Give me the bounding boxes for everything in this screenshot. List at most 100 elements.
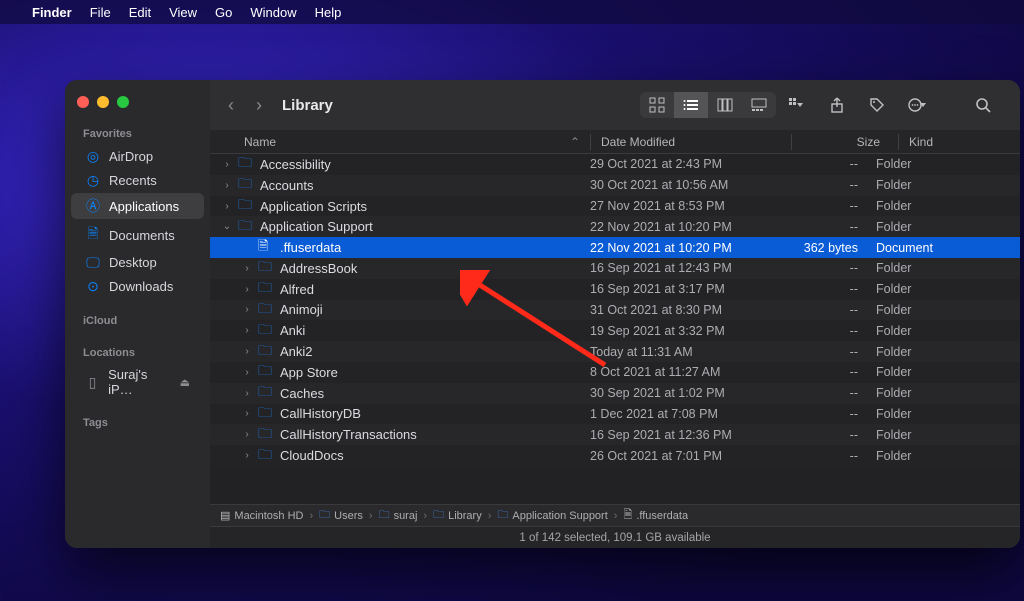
disclosure-triangle-icon[interactable]: › [242,450,252,461]
file-row[interactable]: ›🗀CloudDocs26 Oct 2021 at 7:01 PM--Folde… [210,445,1020,466]
file-row[interactable]: ›🗀Anki19 Sep 2021 at 3:32 PM--Folder [210,320,1020,341]
applications-icon: Ⓐ [85,196,101,216]
file-kind: Folder [876,157,1020,171]
sidebar-item-label: Suraj's iP… [108,367,172,397]
file-name: AddressBook [280,261,357,276]
file-date: 30 Sep 2021 at 1:02 PM [590,386,780,400]
file-row[interactable]: ›🗀Alfred16 Sep 2021 at 3:17 PM--Folder [210,279,1020,300]
disclosure-triangle-icon[interactable]: › [242,408,252,419]
disclosure-triangle-icon[interactable]: › [242,325,252,336]
file-size: -- [780,157,876,171]
path-seg[interactable]: Users [334,510,363,522]
disclosure-triangle-icon[interactable]: › [222,180,232,191]
tags-button[interactable] [862,92,892,118]
file-name: Animoji [280,302,323,317]
file-row[interactable]: ›🗀Application Scripts27 Nov 2021 at 8:53… [210,196,1020,217]
file-kind: Folder [876,303,1020,317]
finder-window: Favorites ◎AirDrop ◷Recents ⒶApplication… [65,80,1020,548]
minimize-button[interactable] [97,96,109,108]
sidebar: Favorites ◎AirDrop ◷Recents ⒶApplication… [65,80,210,548]
disclosure-triangle-icon[interactable]: › [242,388,252,399]
menu-view[interactable]: View [169,5,197,20]
file-row[interactable]: 🗎.ffuserdata22 Nov 2021 at 10:20 PM362 b… [210,237,1020,258]
main-pane: ‹ › Library Name⌃ Dat [210,80,1020,548]
sidebar-item-documents[interactable]: 🗎Documents [71,220,204,250]
disclosure-triangle-icon[interactable]: › [242,284,252,295]
file-row[interactable]: ›🗀Anki2Today at 11:31 AM--Folder [210,341,1020,362]
disclosure-triangle-icon[interactable]: ⌄ [222,221,232,232]
back-button[interactable]: ‹ [228,95,234,116]
file-size: 362 bytes [780,241,876,255]
status-bar: 1 of 142 selected, 109.1 GB available [210,526,1020,548]
file-name: App Store [280,365,338,380]
file-size: -- [780,282,876,296]
disclosure-triangle-icon[interactable]: › [242,263,252,274]
column-size[interactable]: Size [802,135,898,149]
menu-window[interactable]: Window [250,5,296,20]
sidebar-item-device[interactable]: ▯ Suraj's iP… ⏏ [71,364,204,400]
file-row[interactable]: ›🗀Accounts30 Oct 2021 at 10:56 AM--Folde… [210,175,1020,196]
action-menu-button[interactable] [902,92,932,118]
file-name: Caches [280,386,324,401]
sidebar-item-recents[interactable]: ◷Recents [71,169,204,192]
view-icons-button[interactable] [640,92,674,118]
view-gallery-button[interactable] [742,92,776,118]
file-name: Application Support [260,219,373,234]
sidebar-item-applications[interactable]: ⒶApplications [71,193,204,219]
file-row[interactable]: ›🗀Accessibility29 Oct 2021 at 2:43 PM--F… [210,154,1020,175]
group-by-button[interactable] [782,92,812,118]
forward-button[interactable]: › [256,95,262,116]
menu-help[interactable]: Help [315,5,342,20]
path-seg[interactable]: .ffuserdata [636,510,688,522]
sidebar-item-desktop[interactable]: 🖵Desktop [71,251,204,274]
file-kind: Folder [876,324,1020,338]
file-name: CallHistoryDB [280,406,361,421]
path-seg[interactable]: Macintosh HD [234,510,303,522]
app-name[interactable]: Finder [32,5,72,20]
file-row[interactable]: ›🗀AddressBook16 Sep 2021 at 12:43 PM--Fo… [210,258,1020,279]
file-name: CloudDocs [280,448,344,463]
file-size: -- [780,407,876,421]
file-name: CallHistoryTransactions [280,427,417,442]
menu-edit[interactable]: Edit [129,5,151,20]
file-row[interactable]: ›🗀App Store8 Oct 2021 at 11:27 AM--Folde… [210,362,1020,383]
menu-file[interactable]: File [90,5,111,20]
document-icon: 🗎 [623,506,632,525]
path-seg[interactable]: Library [448,510,482,522]
file-list[interactable]: ›🗀Accessibility29 Oct 2021 at 2:43 PM--F… [210,154,1020,504]
file-row[interactable]: ⌄🗀Application Support22 Nov 2021 at 10:2… [210,216,1020,237]
disclosure-triangle-icon[interactable]: › [222,159,232,170]
share-button[interactable] [822,92,852,118]
column-kind[interactable]: Kind [909,135,1020,149]
menu-go[interactable]: Go [215,5,232,20]
file-row[interactable]: ›🗀Caches30 Sep 2021 at 1:02 PM--Folder [210,383,1020,404]
close-button[interactable] [77,96,89,108]
airdrop-icon: ◎ [85,148,101,165]
eject-icon[interactable]: ⏏ [180,376,190,389]
disclosure-triangle-icon[interactable]: › [222,201,232,212]
disclosure-triangle-icon[interactable]: › [242,304,252,315]
maximize-button[interactable] [117,96,129,108]
sidebar-item-airdrop[interactable]: ◎AirDrop [71,145,204,168]
column-date[interactable]: Date Modified [601,135,791,149]
disclosure-triangle-icon[interactable]: › [242,429,252,440]
sidebar-item-downloads[interactable]: ⊙Downloads [71,275,204,298]
folder-icon: 🗀 [258,444,274,468]
path-bar[interactable]: ▤Macintosh HD› 🗀Users› 🗀suraj› 🗀Library›… [210,504,1020,526]
file-kind: Folder [876,449,1020,463]
search-button[interactable] [968,92,998,118]
file-size: -- [780,199,876,213]
disclosure-triangle-icon[interactable]: › [242,346,252,357]
view-list-button[interactable] [674,92,708,118]
disclosure-triangle-icon[interactable]: › [242,367,252,378]
file-row[interactable]: ›🗀Animoji31 Oct 2021 at 8:30 PM--Folder [210,300,1020,321]
path-seg[interactable]: Application Support [512,510,607,522]
file-row[interactable]: ›🗀CallHistoryDB1 Dec 2021 at 7:08 PM--Fo… [210,404,1020,425]
path-seg[interactable]: suraj [394,510,418,522]
column-name[interactable]: Name⌃ [210,135,590,149]
file-row[interactable]: ›🗀CallHistoryTransactions16 Sep 2021 at … [210,424,1020,445]
view-columns-button[interactable] [708,92,742,118]
menubar[interactable]: Finder File Edit View Go Window Help [0,0,1024,24]
file-size: -- [780,365,876,379]
device-icon: ▯ [85,374,100,391]
